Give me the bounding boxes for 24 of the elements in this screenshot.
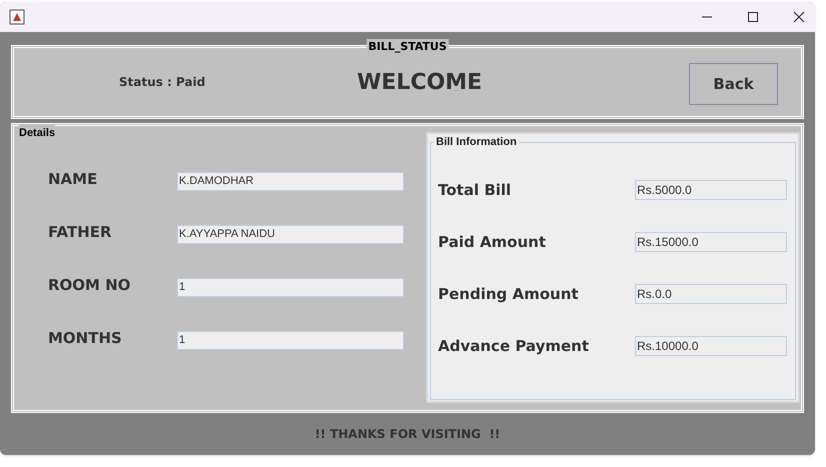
footer-message: !! THANKS FOR VISITING !! (314, 426, 500, 443)
field-label: MONTHS (48, 328, 123, 349)
field-label: Paid Amount (438, 232, 547, 253)
field-label: Total Bill (438, 180, 512, 201)
field-label: Pending Amount (438, 284, 580, 305)
field-label: Advance Payment (438, 336, 590, 357)
maximize-icon[interactable] (747, 11, 759, 23)
input-field[interactable]: Rs.5000.0 (635, 180, 787, 200)
panel-title: BILL_STATUS (366, 39, 449, 56)
input-field[interactable]: Rs.0.0 (635, 284, 787, 304)
field-label: NAME (48, 168, 98, 190)
back-button[interactable]: Back (689, 63, 778, 105)
close-icon[interactable] (793, 11, 805, 23)
input-field[interactable]: Rs.15000.0 (635, 232, 787, 252)
input-field[interactable]: K.DAMODHAR (177, 172, 404, 190)
input-field[interactable]: K.AYYAPPA NAIDU (177, 224, 404, 244)
field-label: FATHER (48, 222, 113, 243)
field-label: ROOM NO (48, 274, 132, 296)
input-field[interactable]: 1 (177, 330, 404, 350)
status-label: Status : Paid (119, 74, 206, 91)
app-icon (9, 9, 25, 25)
input-field[interactable]: 1 (177, 278, 404, 296)
input-field[interactable]: Rs.10000.0 (635, 336, 787, 356)
welcome-heading: WELCOME (357, 68, 482, 96)
